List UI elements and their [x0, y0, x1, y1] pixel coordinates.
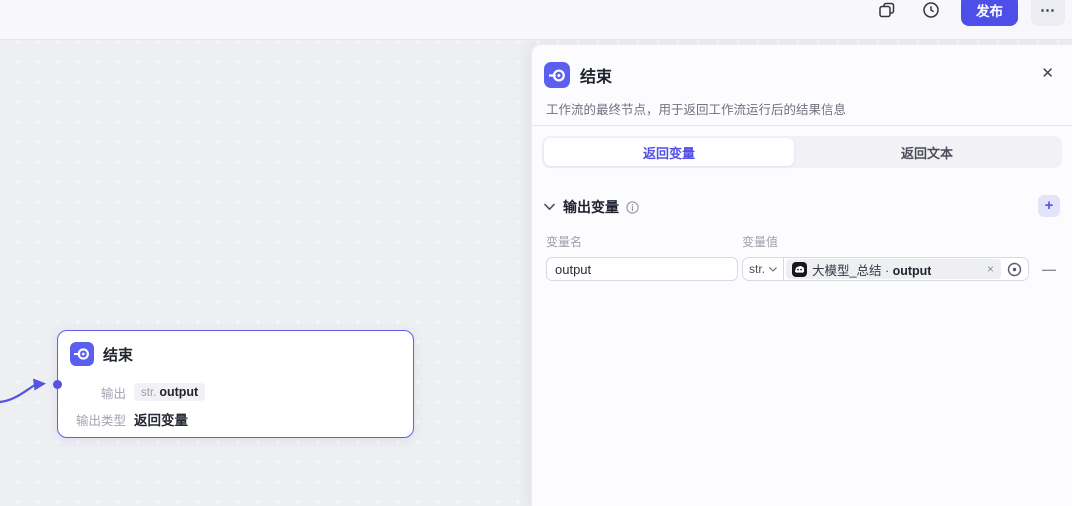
return-mode-tabs: 返回变量 返回文本 — [542, 136, 1062, 168]
windows-layout-icon[interactable] — [878, 1, 896, 19]
node-output-type-label: 输出类型 — [66, 410, 126, 429]
variable-value-control: str. 大模型_总结 · output × — [742, 257, 1029, 281]
tab-return-variables[interactable]: 返回变量 — [544, 138, 794, 166]
reference-node-name: 大模型_总结 · — [812, 264, 893, 278]
variable-row: str. 大模型_总结 · output × — — [546, 257, 1060, 281]
column-variable-name: 变量名 — [546, 233, 582, 250]
info-icon[interactable] — [626, 201, 639, 214]
node-output-type-row: 输出类型 返回变量 — [66, 409, 405, 429]
incoming-edge — [0, 374, 52, 408]
variable-name-input[interactable] — [546, 257, 738, 281]
delete-variable-button[interactable]: — — [1038, 258, 1060, 280]
variable-type-label: str. — [749, 262, 765, 276]
more-menu-button[interactable]: ⋯ — [1031, 0, 1065, 26]
close-icon[interactable]: ✕ — [1041, 66, 1054, 81]
end-node[interactable]: 结束 输出 str. output 输出类型 返回变量 — [57, 330, 414, 438]
add-variable-button[interactable]: + — [1038, 195, 1060, 217]
node-output-row: 输出 str. output — [66, 382, 405, 402]
chevron-down-small-icon — [769, 267, 777, 272]
reference-tag[interactable]: 大模型_总结 · output × — [786, 259, 1001, 279]
reference-toggle-icon[interactable] — [1007, 262, 1022, 277]
output-variables-section-header: 输出变量 + — [544, 195, 1060, 219]
node-config-panel: 结束 ✕ 工作流的最终节点，用于返回工作流运行后的结果信息 返回变量 返回文本 … — [531, 44, 1072, 506]
value-box-divider — [783, 258, 784, 280]
node-output-type: str. — [141, 387, 156, 399]
panel-end-icon — [544, 62, 570, 88]
remove-reference-icon[interactable]: × — [986, 262, 995, 276]
node-output-type-value: 返回变量 — [134, 409, 188, 429]
publish-button[interactable]: 发布 — [961, 0, 1018, 26]
node-input-port[interactable] — [53, 380, 62, 389]
node-output-value: output — [159, 385, 198, 399]
column-variable-value: 变量值 — [742, 233, 778, 250]
chevron-down-icon[interactable] — [544, 203, 555, 211]
llm-model-icon — [792, 262, 807, 277]
end-node-title: 结束 — [103, 344, 133, 365]
node-output-pill: str. output — [134, 383, 205, 401]
variable-type-dropdown[interactable]: str. — [743, 262, 783, 276]
history-icon[interactable] — [922, 1, 940, 19]
end-node-header: 结束 — [70, 342, 133, 366]
reference-label: 大模型_总结 · output — [812, 260, 931, 279]
node-output-label: 输出 — [66, 383, 126, 402]
panel-divider — [532, 125, 1072, 126]
topbar: 发布 ⋯ — [0, 0, 1072, 40]
panel-header: 结束 ✕ 工作流的最终节点，用于返回工作流运行后的结果信息 — [544, 62, 1056, 118]
output-variables-title: 输出变量 — [563, 197, 619, 217]
tab-return-text[interactable]: 返回文本 — [794, 138, 1060, 166]
end-node-icon — [70, 342, 94, 366]
panel-description: 工作流的最终节点，用于返回工作流运行后的结果信息 — [546, 99, 1056, 118]
reference-field-name: output — [893, 264, 932, 278]
panel-title: 结束 — [580, 63, 612, 87]
